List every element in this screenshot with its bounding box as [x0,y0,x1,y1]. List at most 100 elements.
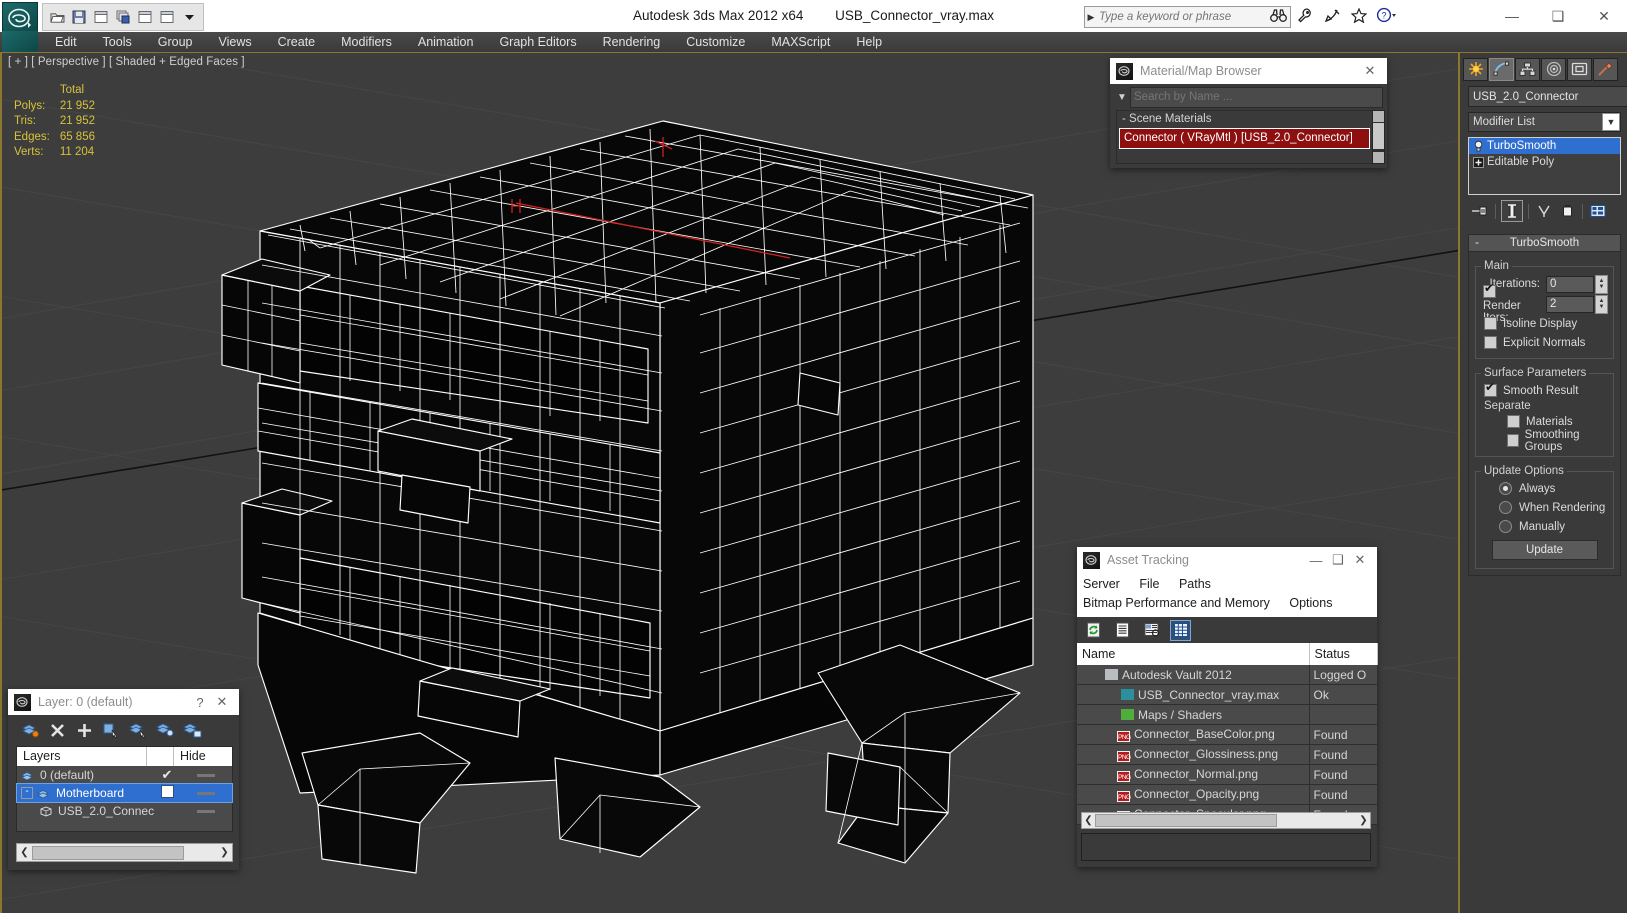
layer-expander-icon[interactable]: - [21,787,33,799]
asset-table-row[interactable]: PNG Connector_Normal.png Found [1077,764,1378,785]
create-tab-icon[interactable] [1463,57,1488,81]
app-logo-icon[interactable] [2,2,38,34]
scroll-up-arrow[interactable] [1373,111,1384,122]
reference-icon[interactable] [113,7,133,27]
menu-item-customize[interactable]: Customize [673,32,758,52]
modifier-stack[interactable]: TurboSmooth Editable Poly [1468,137,1621,195]
hscroll-right-arrow[interactable]: ❯ [1357,815,1370,826]
layer-panel-close-button[interactable]: ✕ [211,691,233,713]
asset-tracking-table[interactable]: Name Status Autodesk Vault 2012 Logged OU… [1077,643,1378,825]
material-search-row[interactable]: ▼ [1110,84,1387,108]
undo-icon[interactable] [135,7,155,27]
render-iters-checkbox[interactable] [1483,281,1496,298]
layer-column-hide[interactable]: Hide [174,747,232,766]
layer-row[interactable]: 0 (default) ✔ [17,766,232,784]
plus-box-icon[interactable] [1469,156,1487,168]
chevron-down-icon[interactable]: ▼ [1602,113,1620,131]
menu-item-help[interactable]: Help [843,32,895,52]
modifier-list-dropdown[interactable]: Modifier List ▼ [1468,112,1621,132]
list-view-icon[interactable] [1113,621,1132,640]
rollout-collapse-icon[interactable]: - [1469,237,1485,249]
motion-tab-icon[interactable] [1541,57,1566,81]
new-scene-icon[interactable] [91,7,111,27]
layer-hscroll-right-arrow[interactable]: ❯ [217,847,232,858]
asset-row-name[interactable]: PNG Connector_BaseColor.png [1077,724,1310,745]
hierarchy-tab-icon[interactable] [1515,57,1540,81]
menu-item-modifiers[interactable]: Modifiers [328,32,405,52]
object-name-input[interactable] [1468,86,1627,107]
open-file-icon[interactable] [47,7,67,27]
menu-item-views[interactable]: Views [205,32,264,52]
smooth-result-row[interactable]: Smooth Result [1481,380,1608,400]
separate-smoothing-groups-checkbox[interactable] [1507,434,1519,447]
asset-table-row[interactable]: USB_Connector_vray.max Ok [1077,684,1378,705]
turbosmooth-rollout-header[interactable]: - TurboSmooth [1469,235,1620,252]
update-option-always[interactable]: Always [1481,479,1608,498]
delete-layer-icon[interactable] [45,718,70,742]
layer-hscroll-left-arrow[interactable]: ❮ [17,847,32,858]
set-current-layer-icon[interactable] [153,718,178,742]
update-button[interactable]: Update [1491,540,1598,560]
menu-logo-icon[interactable] [2,31,38,52]
asset-tracking-hscrollbar[interactable]: ❮ ❯ [1081,812,1371,829]
satellite-icon[interactable] [1322,4,1342,26]
search-input[interactable] [1097,10,1290,24]
material-browser-close-button[interactable]: ✕ [1359,60,1381,82]
layer-row[interactable]: - Motherboard [16,783,233,803]
menu-item-group[interactable]: Group [145,32,206,52]
iterations-value[interactable]: 0 [1546,275,1594,293]
binoculars-icon[interactable] [1268,4,1288,26]
asset-row-name[interactable]: PNG Connector_Glossiness.png [1077,744,1310,765]
menu-item-create[interactable]: Create [265,32,329,52]
table-view-icon[interactable] [1170,619,1191,641]
asset-menu-file[interactable]: File [1139,577,1159,591]
menu-item-tools[interactable]: Tools [90,32,145,52]
asset-table-row[interactable]: Autodesk Vault 2012 Logged O [1077,665,1378,685]
asset-menu-server[interactable]: Server [1083,577,1120,591]
modifier-stack-item-editable-poly[interactable]: Editable Poly [1469,154,1620,170]
scroll-down-arrow[interactable] [1373,152,1384,163]
material-browser-list[interactable]: - Scene Materials Connector ( VRayMtl ) … [1116,110,1373,164]
update-manually-radio[interactable] [1499,520,1512,533]
create-new-layer-icon[interactable] [18,718,43,742]
asset-table-row[interactable]: PNG Connector_Opacity.png Found [1077,784,1378,805]
object-name-row[interactable] [1460,82,1627,107]
scene-materials-group[interactable]: - Scene Materials [1117,111,1372,128]
hscroll-thumb[interactable] [1095,814,1277,827]
separate-smoothing-groups-row[interactable]: Smoothing Groups [1481,429,1608,453]
menu-item-graph-editors[interactable]: Graph Editors [486,32,589,52]
layer-list[interactable]: Layers Hide 0 (default) ✔ - Motherboard USB_… [16,746,233,832]
iterations-spinner[interactable]: 0 ▲ ▼ [1546,274,1608,294]
menu-item-rendering[interactable]: Rendering [590,32,674,52]
usb-connector-wireframe-model[interactable] [0,53,1627,913]
qat-dropdown-icon[interactable] [179,7,199,27]
asset-row-name[interactable]: Autodesk Vault 2012 [1077,665,1310,685]
search-caret-icon[interactable]: ▶ [1085,12,1097,23]
quick-access-toolbar[interactable] [42,3,204,31]
iterations-spinner-arrows[interactable]: ▲ ▼ [1595,274,1608,294]
layer-hide-toggle[interactable] [180,809,232,813]
asset-row-name[interactable]: Maps / Shaders [1077,704,1310,725]
menu-item-animation[interactable]: Animation [405,32,487,52]
layer-panel[interactable]: Layer: 0 (default) ? ✕ Layers Hide 0 (de… [8,689,239,870]
menu-item-edit[interactable]: Edit [42,32,90,52]
render-iters-value[interactable]: 2 [1546,295,1594,313]
redo-icon[interactable] [157,7,177,27]
make-unique-icon[interactable] [1534,201,1554,221]
asset-tracking-panel[interactable]: Asset Tracking — ❑ ✕ Server File Paths B… [1077,547,1378,867]
asset-tracking-minimize-button[interactable]: — [1305,549,1327,571]
render-iters-spinner-arrows[interactable]: ▲ ▼ [1595,294,1608,314]
show-end-result-icon[interactable] [1501,200,1523,222]
close-button[interactable]: ✕ [1581,0,1627,32]
separate-materials-checkbox[interactable] [1507,415,1520,428]
menu-item-maxscript[interactable]: MAXScript [758,32,843,52]
layer-panel-help-button[interactable]: ? [189,691,211,713]
layer-current-checkbox[interactable]: ✔ [154,767,180,783]
asset-column-name[interactable]: Name [1077,643,1310,665]
asset-row-name[interactable]: PNG Connector_Opacity.png [1077,784,1310,805]
material-entry-connector[interactable]: Connector ( VRayMtl ) [USB_2.0_Connector… [1119,128,1370,149]
layer-column-name[interactable]: Layers [17,747,147,766]
detail-view-icon[interactable] [1142,621,1161,640]
pin-stack-icon[interactable] [1470,201,1490,221]
asset-tracking-maximize-button[interactable]: ❑ [1327,549,1349,571]
